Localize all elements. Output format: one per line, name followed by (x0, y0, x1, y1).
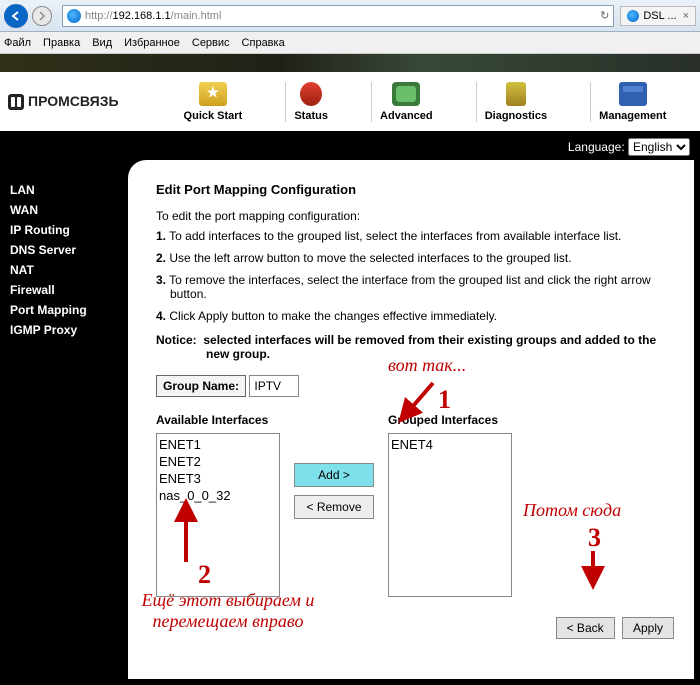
sidebar: LAN WAN IP Routing DNS Server NAT Firewa… (0, 160, 128, 685)
intro-text: To edit the port mapping configuration: (156, 209, 674, 223)
nav-status[interactable]: Status (285, 82, 336, 122)
sidebar-item-wan[interactable]: WAN (10, 200, 128, 220)
browser-toolbar: http://192.168.1.1/main.html ↻ DSL ... × (0, 0, 700, 32)
back-button[interactable]: < Back (556, 617, 615, 639)
list-item[interactable]: nas_0_0_32 (159, 487, 277, 504)
tab-title: DSL ... (643, 10, 676, 22)
group-name-input[interactable] (249, 375, 299, 397)
clipboard-icon (506, 82, 526, 106)
menu-edit[interactable]: Правка (43, 37, 80, 49)
group-name-row: Group Name: (156, 375, 674, 397)
logo-icon (8, 94, 24, 110)
star-icon (199, 82, 227, 106)
url-text: http://192.168.1.1/main.html (85, 10, 221, 22)
language-select[interactable]: English (628, 138, 690, 156)
menu-favorites[interactable]: Избранное (124, 37, 180, 49)
step-2: 2. Use the left arrow button to move the… (156, 251, 674, 265)
list-item[interactable]: ENET2 (159, 453, 277, 470)
nav-advanced[interactable]: Advanced (371, 82, 441, 122)
ie-icon (627, 10, 639, 22)
nav-quick-start[interactable]: Quick Start (176, 82, 251, 122)
add-button[interactable]: Add > (294, 463, 374, 487)
grouped-interfaces-list[interactable]: ENET4 (388, 433, 512, 597)
back-button[interactable] (4, 4, 28, 28)
sidebar-item-lan[interactable]: LAN (10, 180, 128, 200)
menu-view[interactable]: Вид (92, 37, 112, 49)
close-tab-icon[interactable]: × (683, 10, 689, 22)
step-3: 3. To remove the interfaces, select the … (156, 273, 674, 301)
step-1: 1. To add interfaces to the grouped list… (156, 229, 674, 243)
sidebar-item-nat[interactable]: NAT (10, 260, 128, 280)
refresh-icon[interactable]: ↻ (600, 9, 609, 22)
brand-logo: ПРОМСВЯЗЬ (8, 93, 158, 110)
sidebar-item-ip-routing[interactable]: IP Routing (10, 220, 128, 240)
step-4: 4. Click Apply button to make the change… (156, 309, 674, 323)
sidebar-item-firewall[interactable]: Firewall (10, 280, 128, 300)
list-item[interactable]: ENET3 (159, 470, 277, 487)
grouped-label: Grouped Interfaces (388, 413, 512, 427)
decorative-strip (0, 54, 700, 72)
steps-list: 1. To add interfaces to the grouped list… (156, 229, 674, 323)
chip-icon (392, 82, 420, 106)
notice: Notice: selected interfaces will be remo… (156, 333, 674, 361)
briefcase-icon (619, 82, 647, 106)
list-item[interactable]: ENET1 (159, 436, 277, 453)
language-label: Language: (568, 140, 625, 154)
nav-diagnostics[interactable]: Diagnostics (476, 82, 555, 122)
nav-management[interactable]: Management (590, 82, 674, 122)
sidebar-item-port-mapping[interactable]: Port Mapping (10, 300, 128, 320)
available-label: Available Interfaces (156, 413, 280, 427)
group-name-label: Group Name: (156, 375, 246, 397)
page-title: Edit Port Mapping Configuration (156, 182, 674, 197)
menu-file[interactable]: Файл (4, 37, 31, 49)
address-bar[interactable]: http://192.168.1.1/main.html ↻ (62, 5, 614, 27)
menu-help[interactable]: Справка (242, 37, 285, 49)
list-item[interactable]: ENET4 (391, 436, 509, 453)
forward-button[interactable] (30, 4, 54, 28)
sidebar-item-dns-server[interactable]: DNS Server (10, 240, 128, 260)
language-bar: Language: English (0, 134, 700, 160)
status-icon (300, 82, 322, 106)
menu-tools[interactable]: Сервис (192, 37, 230, 49)
top-nav: ПРОМСВЯЗЬ Quick Start Status Advanced Di… (0, 72, 700, 134)
available-interfaces-list[interactable]: ENET1 ENET2 ENET3 nas_0_0_32 (156, 433, 280, 597)
sidebar-item-igmp-proxy[interactable]: IGMP Proxy (10, 320, 128, 340)
remove-button[interactable]: < Remove (294, 495, 374, 519)
browser-menubar: Файл Правка Вид Избранное Сервис Справка (0, 32, 700, 54)
browser-tab[interactable]: DSL ... × (620, 6, 696, 26)
apply-button[interactable]: Apply (622, 617, 674, 639)
ie-icon (67, 9, 81, 23)
content-panel: Edit Port Mapping Configuration To edit … (128, 160, 694, 679)
